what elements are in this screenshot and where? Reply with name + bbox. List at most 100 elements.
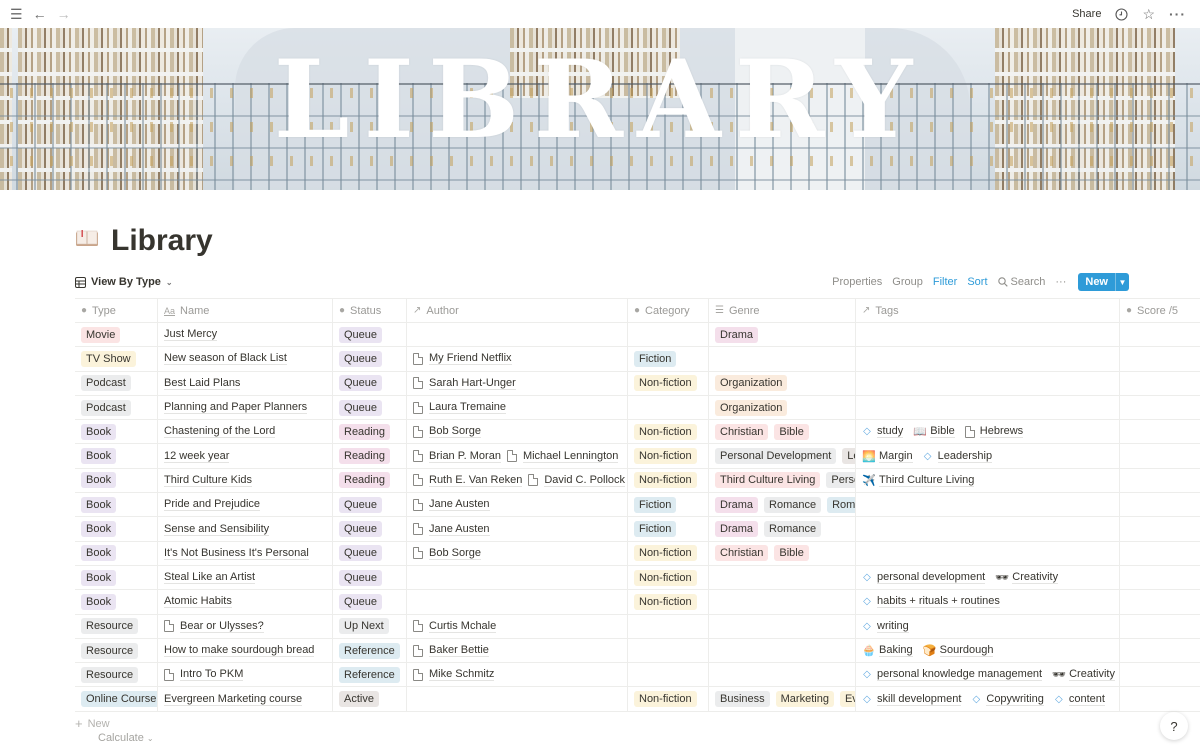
score-cell[interactable] [1120, 687, 1200, 710]
score-cell[interactable] [1120, 420, 1200, 443]
search-button[interactable]: Search [997, 276, 1045, 288]
tags-cell[interactable]: 🧁 Baking 🍞 Sourdough [856, 638, 1120, 663]
category-cell[interactable] [628, 614, 709, 638]
table-row[interactable]: TV Show New season of Black List Queue My F… [75, 347, 1200, 372]
type-cell[interactable]: TV Show [75, 347, 158, 371]
genre-cell[interactable] [709, 590, 856, 614]
category-cell[interactable]: Non-fiction [628, 687, 709, 711]
type-cell[interactable]: Book [75, 444, 158, 468]
name-cell[interactable]: New season of Black List [158, 347, 333, 371]
tag-link[interactable]: 🌅 Margin [862, 450, 913, 463]
column-header-status[interactable]: ● Status [333, 299, 407, 322]
author-link[interactable]: Jane Austen [413, 523, 490, 536]
item-name-link[interactable]: Atomic Habits [164, 595, 232, 609]
tag-link[interactable]: ◇ content [1054, 693, 1105, 706]
genre-cell[interactable] [709, 347, 856, 371]
score-cell[interactable] [1120, 566, 1200, 589]
item-name-link[interactable]: Chastening of the Lord [164, 425, 276, 439]
item-name-link[interactable]: Planning and Paper Planners [164, 401, 308, 415]
tags-cell[interactable] [856, 541, 1120, 565]
open-book-icon[interactable] [75, 229, 99, 247]
column-header-category[interactable]: ● Category [628, 299, 709, 322]
author-link[interactable]: Laura Tremaine [413, 401, 507, 415]
author-link[interactable]: Jane Austen [413, 498, 490, 512]
item-name-link[interactable]: Intro To PKM [180, 668, 244, 682]
status-cell[interactable]: Up Next [333, 614, 407, 638]
category-cell[interactable] [628, 395, 709, 420]
author-cell[interactable]: Mike Schmitz [407, 663, 628, 687]
author-link[interactable]: Curtis Mchale [413, 620, 497, 633]
type-cell[interactable]: Movie [75, 323, 158, 347]
author-cell[interactable]: Ruth E. Van Reken David C. Pollock [407, 468, 628, 493]
status-cell[interactable]: Reference [333, 638, 407, 663]
author-link[interactable]: My Friend Netflix [413, 352, 512, 366]
author-cell[interactable]: Brian P. Moran Michael Lennington [407, 444, 628, 468]
type-cell[interactable]: Book [75, 590, 158, 614]
author-cell[interactable]: Sarah Hart-Unger [407, 371, 628, 395]
status-cell[interactable]: Reading [333, 420, 407, 444]
table-row[interactable]: Book Atomic Habits Queue Non-fiction ◇ habits… [75, 590, 1200, 615]
type-cell[interactable]: Podcast [75, 371, 158, 395]
table-row[interactable]: Resource Intro To PKM Reference Mike Schmit… [75, 663, 1200, 688]
item-name-link[interactable]: Just Mercy [164, 328, 218, 342]
genre-cell[interactable]: Christian Bible [709, 420, 856, 444]
item-name-link[interactable]: Evergreen Marketing course [164, 693, 303, 706]
status-cell[interactable]: Queue [333, 590, 407, 614]
tags-cell[interactable] [856, 371, 1120, 395]
tags-cell[interactable] [856, 323, 1120, 347]
item-name-link[interactable]: Best Laid Plans [164, 377, 241, 390]
column-header-name[interactable]: Aa Name [158, 299, 333, 322]
item-name-link[interactable]: 12 week year [164, 450, 230, 463]
genre-cell[interactable]: Organization [709, 395, 856, 420]
tags-cell[interactable]: ◇ writing [856, 614, 1120, 638]
category-cell[interactable]: Non-fiction [628, 444, 709, 468]
new-button[interactable]: New [1078, 273, 1115, 291]
author-link[interactable]: Bob Sorge [413, 547, 481, 560]
type-cell[interactable]: Resource [75, 638, 158, 663]
tags-cell[interactable] [856, 395, 1120, 420]
score-cell[interactable] [1120, 469, 1200, 492]
category-cell[interactable] [628, 323, 709, 347]
table-row[interactable]: Book 12 week year Reading Brian P. Moran Mic… [75, 444, 1200, 469]
new-dropdown-chevron-icon[interactable]: ▼ [1115, 273, 1129, 291]
category-cell[interactable]: Non-fiction [628, 371, 709, 395]
column-header-type[interactable]: ● Type [75, 299, 158, 322]
help-button[interactable]: ? [1160, 712, 1188, 740]
category-cell[interactable]: Non-fiction [628, 541, 709, 565]
type-cell[interactable]: Book [75, 541, 158, 565]
score-cell[interactable] [1120, 615, 1200, 638]
table-row[interactable]: Book Steal Like an Artist Queue Non-fiction… [75, 565, 1200, 591]
genre-cell[interactable]: Drama [709, 323, 856, 347]
ellipsis-icon[interactable]: ··· [1169, 7, 1186, 21]
name-cell[interactable]: Intro To PKM [158, 663, 333, 687]
author-link[interactable]: Baker Bettie [413, 644, 489, 657]
calculate-button[interactable]: Calculate ⌄ [98, 732, 154, 744]
tags-cell[interactable] [856, 347, 1120, 371]
tag-link[interactable]: 🧁 Baking [862, 644, 913, 657]
star-icon[interactable]: ☆ [1142, 7, 1155, 21]
category-cell[interactable] [628, 638, 709, 663]
status-cell[interactable]: Queue [333, 541, 407, 565]
name-cell[interactable]: Best Laid Plans [158, 371, 333, 395]
status-cell[interactable]: Queue [333, 493, 407, 517]
status-cell[interactable]: Queue [333, 517, 407, 541]
name-cell[interactable]: How to make sourdough bread [158, 638, 333, 663]
category-cell[interactable]: Non-fiction [628, 590, 709, 614]
status-cell[interactable]: Queue [333, 395, 407, 420]
author-cell[interactable]: Curtis Mchale [407, 614, 628, 638]
genre-cell[interactable]: Drama Romance Rom-Com [709, 493, 856, 517]
tags-cell[interactable]: 🌅 Margin ◇ Leadership [856, 444, 1120, 468]
score-cell[interactable] [1120, 639, 1200, 662]
category-cell[interactable]: Non-fiction [628, 468, 709, 493]
clock-icon[interactable] [1115, 7, 1128, 21]
status-cell[interactable]: Queue [333, 347, 407, 371]
genre-cell[interactable] [709, 638, 856, 663]
author-cell[interactable]: Jane Austen [407, 517, 628, 541]
tags-cell[interactable]: ◇ skill development ◇ Copywriting ◇ content [856, 687, 1120, 711]
category-cell[interactable]: Non-fiction [628, 565, 709, 590]
type-cell[interactable]: Book [75, 565, 158, 590]
author-cell[interactable]: Bob Sorge [407, 420, 628, 444]
item-name-link[interactable]: It's Not Business It's Personal [164, 547, 309, 560]
genre-cell[interactable]: Business Marketing Evergreen [709, 687, 856, 711]
author-link[interactable]: David C. Pollock [528, 474, 626, 487]
